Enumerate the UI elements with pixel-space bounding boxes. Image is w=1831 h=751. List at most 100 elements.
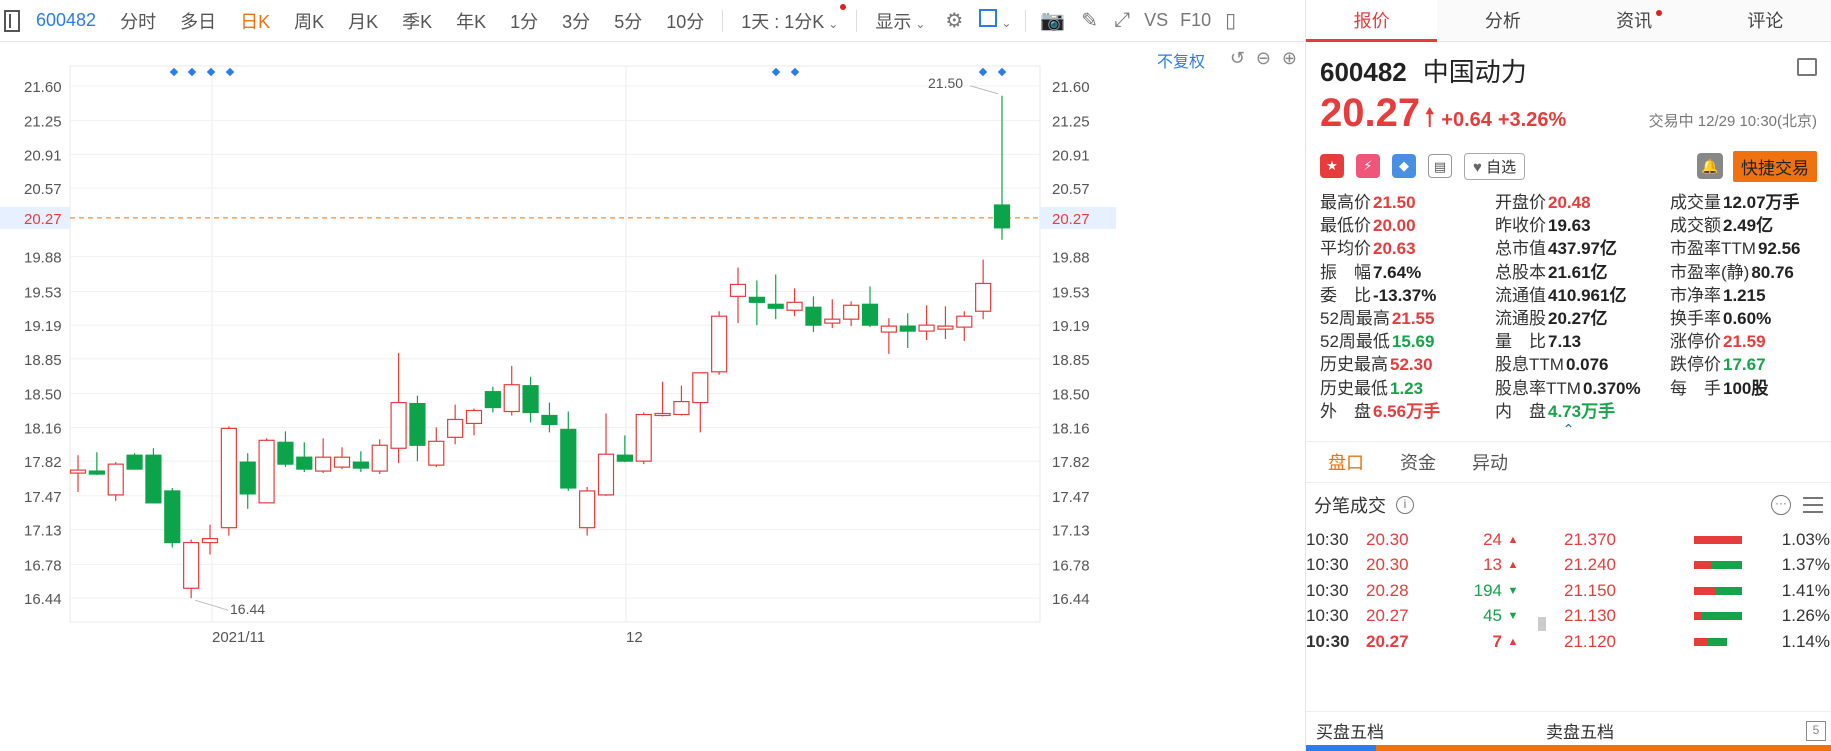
tick-volume: 7 bbox=[1492, 631, 1502, 651]
stat-label: 跌停价 bbox=[1670, 355, 1721, 375]
date-label: 2021/11 bbox=[212, 629, 265, 646]
tab-quote[interactable]: 报价 bbox=[1306, 0, 1438, 42]
info-icon[interactable]: i bbox=[1396, 496, 1414, 515]
menu-icon[interactable] bbox=[1797, 58, 1817, 76]
stat-label: 股息TTM bbox=[1495, 355, 1564, 375]
period-intraday[interactable]: 分时 bbox=[108, 8, 168, 34]
stat-item: 振 幅 7.64% bbox=[1320, 261, 1495, 284]
buy-sell-ratio bbox=[1306, 745, 1831, 751]
y-tick-label-left: 16.78 bbox=[24, 557, 62, 574]
five-badge-icon[interactable]: 5 bbox=[1806, 721, 1826, 741]
ticks-header: 分笔成交 i ··· bbox=[1306, 483, 1831, 527]
price-change: +0.64 bbox=[1441, 109, 1492, 131]
sidebar-toggle-icon[interactable]: ▯ bbox=[1225, 8, 1236, 33]
tick-row: 10:30 20.27 45 ▼ bbox=[1306, 604, 1538, 630]
stats-grid: 最高价 21.50 开盘价 20.48 成交量 12.07万手 最低价 20.00 昨收价 19.… bbox=[1306, 181, 1831, 423]
buy-five-label[interactable]: 买盘五档 bbox=[1316, 718, 1546, 743]
y-tick-label-left: 17.47 bbox=[24, 489, 62, 506]
tab-analysis[interactable]: 分析 bbox=[1437, 0, 1568, 41]
stat-item: 每 手 100股 bbox=[1670, 377, 1820, 400]
y-tick-label-right: 18.16 bbox=[1052, 420, 1090, 437]
tick-scrollbar[interactable] bbox=[1538, 527, 1546, 655]
period-yearly[interactable]: 年K bbox=[444, 8, 498, 34]
tick-list[interactable]: 10:30 20.30 24 ▲ 10:30 20.30 13 ▲ 10:30 20… bbox=[1306, 527, 1538, 655]
period-3min[interactable]: 3分 bbox=[550, 8, 602, 34]
adjust-mode-select[interactable]: 不复权 bbox=[1157, 48, 1205, 72]
period-multiday[interactable]: 多日 bbox=[168, 8, 228, 34]
lightning-icon[interactable]: ⚡ bbox=[1356, 154, 1380, 178]
zoom-out-icon[interactable]: ⊖ bbox=[1256, 48, 1271, 69]
y-tick-label-left: 18.85 bbox=[24, 352, 62, 369]
bell-icon[interactable]: 🔔 bbox=[1697, 153, 1723, 179]
stat-item: 股息率TTM 0.370% bbox=[1495, 377, 1670, 400]
panel-tabs: 报价 分析 资讯 评论 bbox=[1306, 0, 1831, 42]
stat-label: 历史最低 bbox=[1320, 378, 1388, 398]
stat-value: 20.48 bbox=[1548, 193, 1591, 212]
event-marker bbox=[225, 67, 235, 77]
dist-ratio: 1.37% bbox=[1781, 555, 1830, 575]
price-distribution[interactable]: 21.370 1.03% 21.240 1.37% 21.150 1.41% 21.1… bbox=[1564, 527, 1830, 655]
pencil-icon[interactable]: ✎ bbox=[1081, 8, 1098, 33]
candle-body bbox=[409, 402, 426, 446]
trade-status: 交易中 12/29 10:30(北京) bbox=[1648, 113, 1817, 130]
candle-body bbox=[465, 409, 483, 425]
china-flag-icon[interactable]: ★ bbox=[1320, 154, 1344, 178]
quick-trade-button[interactable]: 快捷交易 bbox=[1733, 150, 1817, 182]
document-icon[interactable]: ▤ bbox=[1428, 154, 1452, 178]
kline-chart[interactable]: 21.60 21.60 21.25 21.25 20.91 20.91 20.57 20.57… bbox=[0, 42, 1305, 751]
fullscreen-icon[interactable]: ⤢ bbox=[1114, 9, 1130, 32]
list-view-icon[interactable] bbox=[1803, 497, 1823, 514]
tag-icon[interactable]: ◆ bbox=[1392, 154, 1416, 178]
y-tick-label-right: 17.47 bbox=[1052, 489, 1090, 506]
candle-body bbox=[635, 413, 652, 462]
settings-gear-icon[interactable]: ⚙ bbox=[945, 8, 963, 33]
y-tick-label-right: 20.91 bbox=[1052, 147, 1090, 164]
period-quarterly[interactable]: 季K bbox=[390, 8, 444, 34]
candle-body bbox=[183, 541, 200, 589]
candle-body bbox=[164, 490, 181, 544]
stat-value: 0.370% bbox=[1582, 378, 1641, 398]
tab-news[interactable]: 资讯 bbox=[1569, 0, 1700, 41]
candle-body bbox=[69, 469, 87, 474]
zoom-in-icon[interactable]: ⊕ bbox=[1282, 48, 1297, 69]
period-1min[interactable]: 1分 bbox=[498, 8, 550, 34]
tick-time: 10:30 bbox=[1306, 580, 1349, 600]
tick-row: 10:30 20.30 13 ▲ bbox=[1306, 553, 1538, 579]
stock-code-tab[interactable]: 600482 bbox=[36, 10, 96, 31]
stat-value: 0.076 bbox=[1565, 355, 1609, 375]
candle-body bbox=[918, 324, 935, 332]
subtab-orderbook[interactable]: 盘口 bbox=[1328, 449, 1364, 475]
period-monthly[interactable]: 月K bbox=[336, 8, 390, 34]
candle-body bbox=[861, 303, 879, 326]
tick-price: 20.30 bbox=[1366, 529, 1409, 549]
more-icon[interactable]: ··· bbox=[1771, 495, 1791, 516]
tab-comments[interactable]: 评论 bbox=[1700, 0, 1831, 41]
add-watchlist-button[interactable]: ♥ 自选 bbox=[1464, 152, 1526, 180]
period-5min[interactable]: 5分 bbox=[602, 8, 654, 34]
candle-body bbox=[371, 444, 388, 472]
period-daily[interactable]: 日K bbox=[228, 8, 282, 34]
period-10min[interactable]: 10分 bbox=[654, 8, 716, 34]
period-weekly[interactable]: 周K bbox=[282, 8, 336, 34]
date-label: 12 bbox=[626, 629, 643, 646]
stat-item: 涨停价 21.59 bbox=[1670, 330, 1820, 353]
stat-item: 外 盘 6.56万手 bbox=[1320, 400, 1495, 423]
f10-button[interactable]: F10 bbox=[1180, 10, 1211, 31]
camera-icon[interactable]: 📷 bbox=[1040, 8, 1065, 33]
subtab-capital[interactable]: 资金 bbox=[1400, 449, 1436, 475]
stat-item: 内 盘 4.73万手 bbox=[1495, 400, 1670, 423]
subtab-moves[interactable]: 异动 bbox=[1472, 449, 1508, 475]
display-menu[interactable]: 显示 ⌄ bbox=[863, 8, 937, 34]
layout-select[interactable]: ⌄ bbox=[979, 8, 1011, 33]
sell-five-label[interactable]: 卖盘五档 bbox=[1546, 718, 1614, 743]
y-tick-label-left: 19.88 bbox=[24, 250, 62, 267]
vs-compare-button[interactable]: VS bbox=[1144, 10, 1168, 31]
expand-caret-icon[interactable]: ⌃ bbox=[1306, 422, 1831, 436]
reset-icon[interactable]: ↺ bbox=[1230, 48, 1245, 69]
high-leader-line bbox=[969, 85, 999, 95]
panel-toggle-icon[interactable] bbox=[4, 9, 20, 32]
stat-value: 19.63 bbox=[1548, 216, 1591, 236]
y-tick-label-right: 20.57 bbox=[1052, 181, 1090, 198]
interval-select[interactable]: 1天 : 1分K ⌄ bbox=[729, 3, 850, 34]
tick-volume: 45 bbox=[1483, 606, 1502, 626]
